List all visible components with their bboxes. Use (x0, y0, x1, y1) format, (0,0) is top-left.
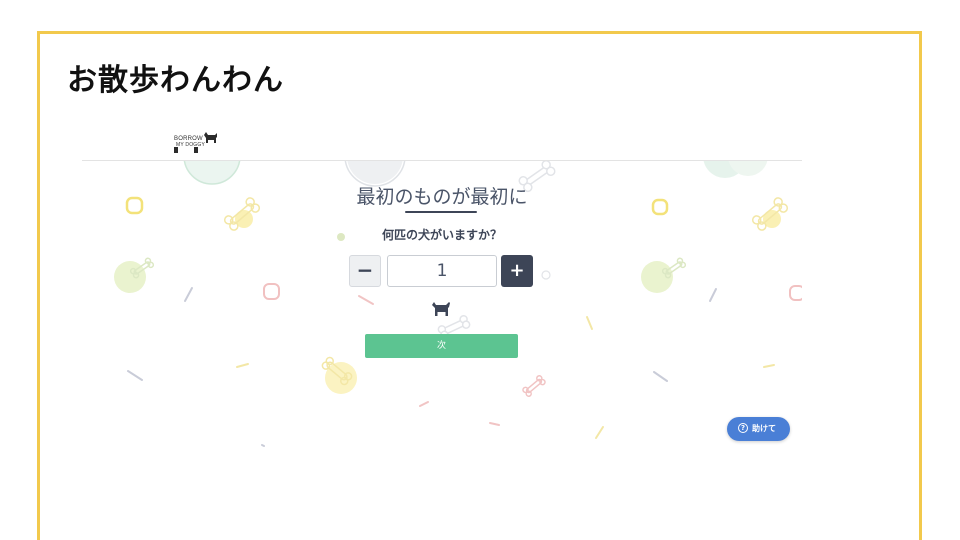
heading-underline (405, 211, 477, 213)
dog-icon (432, 302, 450, 316)
increment-button[interactable]: + (501, 255, 533, 287)
slide-title: お散歩わんわん (67, 63, 284, 98)
app-screenshot: BORROW MY DOGGY 最初のものが最初に 何匹の犬がいますか？ − 1… (82, 118, 802, 448)
main-content: 最初のものが最初に 何匹の犬がいますか？ − 1 + 次 ? 助けて (82, 118, 802, 448)
help-label: 助けて (752, 424, 776, 433)
dog-count-input[interactable]: 1 (387, 255, 497, 287)
decrement-button[interactable]: − (349, 255, 381, 287)
next-button[interactable]: 次 (365, 334, 518, 358)
question-circle-icon: ? (738, 423, 748, 433)
help-button[interactable]: ? 助けて (727, 417, 790, 441)
page-heading: 最初のものが最初に (356, 186, 528, 208)
dog-count-question: 何匹の犬がいますか？ (381, 228, 502, 242)
